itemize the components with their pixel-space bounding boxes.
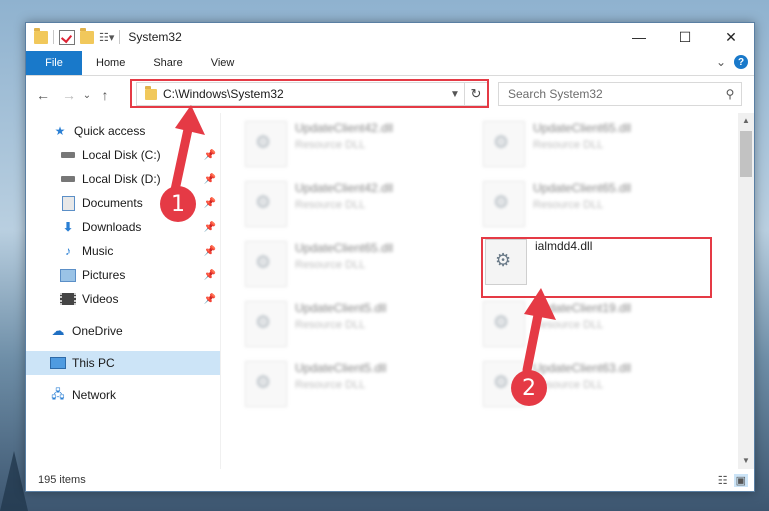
step-marker-1: 1 (160, 186, 196, 222)
arrow-2-head (524, 288, 556, 320)
step-marker-2: 2 (511, 370, 547, 406)
annotation-arrows (170, 105, 556, 375)
arrow-1-head (175, 105, 205, 135)
